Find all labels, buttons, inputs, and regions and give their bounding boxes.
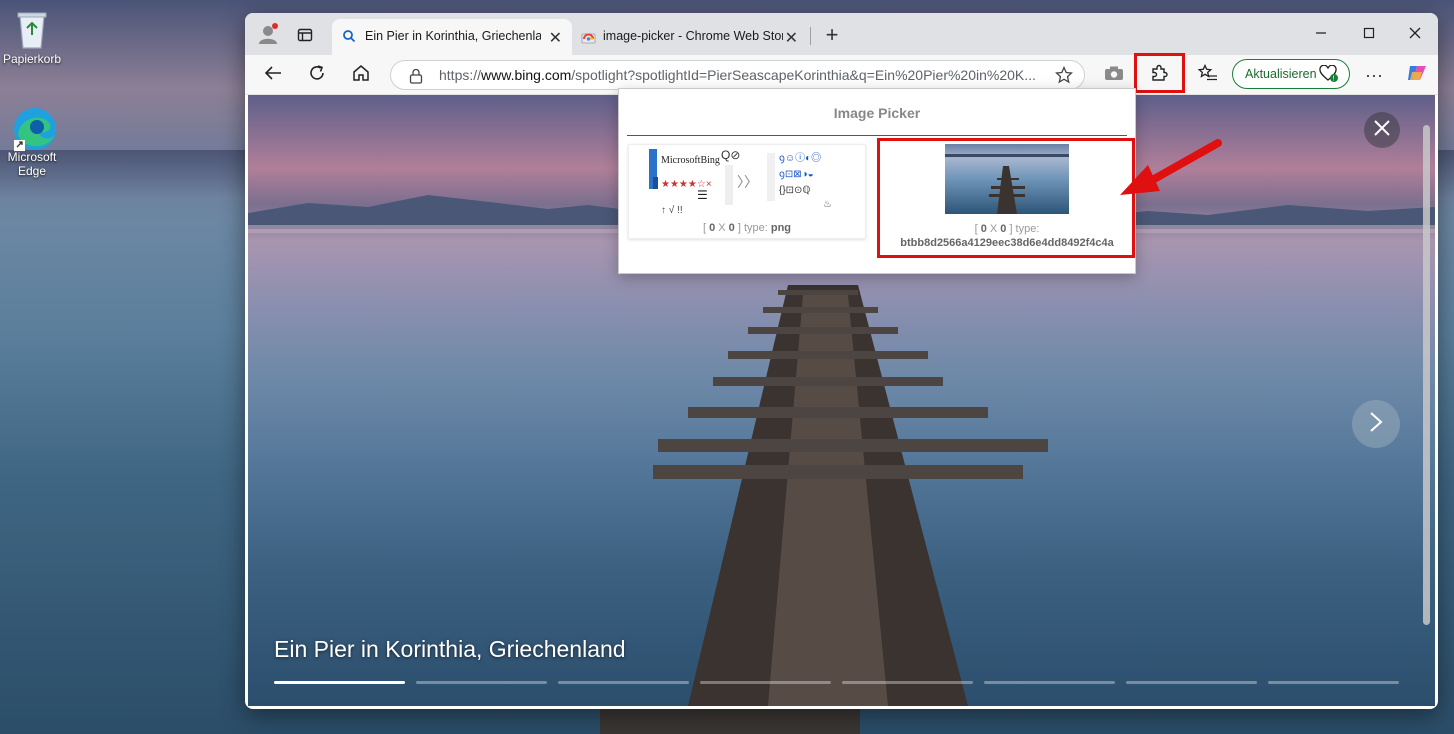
sprite-thumbnail: MicrosoftBing Q⊘ ★★★★☆× ☰ ↑ √ !! 〉〉 ꝯ☺ⓘ◐… <box>649 148 832 215</box>
profile-icon <box>257 22 279 50</box>
slide-progress-segment[interactable] <box>842 681 973 684</box>
svg-text:〉〉: 〉〉 <box>737 174 758 190</box>
close-window-button[interactable] <box>1403 23 1427 47</box>
arrow-left-icon <box>264 65 282 86</box>
slide-progress-segment[interactable] <box>558 681 689 684</box>
lock-icon <box>409 68 423 87</box>
heart-badge-icon: ! <box>1319 64 1339 86</box>
image-meta-1: [ 0 X 0 ] type: png <box>702 222 792 234</box>
edge-label-line2: Edge <box>17 164 47 178</box>
close-tab-icon[interactable]: ✕ <box>549 28 562 48</box>
close-tab-icon[interactable]: ✕ <box>785 28 798 48</box>
camera-icon <box>1104 65 1124 86</box>
image-card-sprite[interactable]: MicrosoftBing Q⊘ ★★★★☆× ☰ ↑ √ !! 〉〉 ꝯ☺ⓘ◐… <box>628 144 866 239</box>
tab-chrome-web-store[interactable]: image-picker - Chrome Web Store ✕ <box>573 19 808 55</box>
edge-label-line1: Microsoft <box>7 150 57 164</box>
svg-text:☰: ☰ <box>697 188 708 202</box>
profile-avatar[interactable] <box>255 22 281 50</box>
url-text: https://www.bing.com/spotlight?spotlight… <box>439 67 1036 83</box>
more-menu-button[interactable]: ··· <box>1362 63 1386 87</box>
favorites-list-icon <box>1197 63 1218 87</box>
extension-highlight-box <box>1134 53 1185 93</box>
edge-icon <box>12 106 56 151</box>
svg-text:↑ √ !!: ↑ √ !! <box>661 204 683 215</box>
svg-text:{}⊡⊙ℚ: {}⊡⊙ℚ <box>779 185 810 196</box>
svg-text:!: ! <box>1333 76 1335 83</box>
update-label: Aktualisieren <box>1245 67 1317 81</box>
red-arrow-annotation <box>1120 139 1222 195</box>
refresh-button[interactable] <box>305 63 329 87</box>
tab-bar: Ein Pier in Korinthia, Griechenland ✕ im… <box>245 13 1438 55</box>
search-icon <box>342 29 356 46</box>
address-bar[interactable]: https://www.bing.com/spotlight?spotlight… <box>390 60 1085 90</box>
recycle-bin-icon <box>12 8 52 49</box>
back-button[interactable] <box>261 63 285 87</box>
slide-progress-segment[interactable] <box>1268 681 1399 684</box>
sprite-text: MicrosoftBing <box>661 155 720 166</box>
more-icon: ··· <box>1365 64 1383 85</box>
tab-bing-spotlight[interactable]: Ein Pier in Korinthia, Griechenland ✕ <box>332 19 572 55</box>
close-icon <box>1374 119 1390 141</box>
plus-icon: + <box>825 22 839 47</box>
home-icon <box>352 64 370 87</box>
desktop-edge-shortcut[interactable]: Microsoft Edge <box>0 106 64 178</box>
copilot-icon <box>1406 62 1428 89</box>
favorite-star-icon[interactable] <box>1054 65 1074 87</box>
refresh-icon <box>308 64 326 87</box>
close-slide-button[interactable] <box>1364 112 1400 148</box>
chrome-web-store-icon <box>581 29 596 47</box>
favorites-button[interactable] <box>1196 63 1220 87</box>
maximize-icon <box>1363 26 1375 44</box>
screenshot-button[interactable] <box>1102 63 1126 87</box>
svg-text:ꝯ⊡⊠◑◒: ꝯ⊡⊠◑◒ <box>779 169 814 180</box>
page-scrollbar[interactable] <box>1423 125 1430 625</box>
slide-progress-segment[interactable] <box>984 681 1115 684</box>
svg-text:♨: ♨ <box>823 199 832 210</box>
chevron-right-icon <box>1369 411 1383 438</box>
tab-title: image-picker - Chrome Web Store <box>603 29 783 43</box>
slide-caption: Ein Pier in Korinthia, Griechenland <box>274 636 626 662</box>
tab-divider <box>810 27 811 45</box>
minimize-icon <box>1315 26 1327 44</box>
slide-progress-segment[interactable] <box>416 681 547 684</box>
maximize-button[interactable] <box>1357 23 1381 47</box>
svg-text:ꝯ☺ⓘ◐◎: ꝯ☺ⓘ◐◎ <box>779 152 821 164</box>
popup-divider <box>627 135 1127 136</box>
update-button[interactable]: Aktualisieren ! <box>1232 59 1350 89</box>
image-card-highlight-box <box>877 138 1135 258</box>
slide-progress-segment[interactable] <box>1126 681 1257 684</box>
recycle-bin-label: Papierkorb <box>2 52 62 66</box>
tab-actions-button[interactable] <box>293 25 317 49</box>
next-slide-button[interactable] <box>1352 400 1400 448</box>
slide-progress-segment[interactable] <box>700 681 831 684</box>
slide-progress-segment[interactable] <box>274 681 405 684</box>
close-icon <box>1409 26 1421 44</box>
svg-text:Q⊘: Q⊘ <box>721 148 740 162</box>
copilot-button[interactable] <box>1404 62 1430 88</box>
home-button[interactable] <box>349 63 373 87</box>
tab-actions-icon <box>297 27 313 48</box>
tab-title: Ein Pier in Korinthia, Griechenland <box>365 29 541 43</box>
desktop-recycle-bin[interactable]: Papierkorb <box>0 8 64 66</box>
new-tab-button[interactable]: + <box>820 22 844 47</box>
popup-title: Image Picker <box>833 105 921 121</box>
minimize-button[interactable] <box>1309 23 1333 47</box>
